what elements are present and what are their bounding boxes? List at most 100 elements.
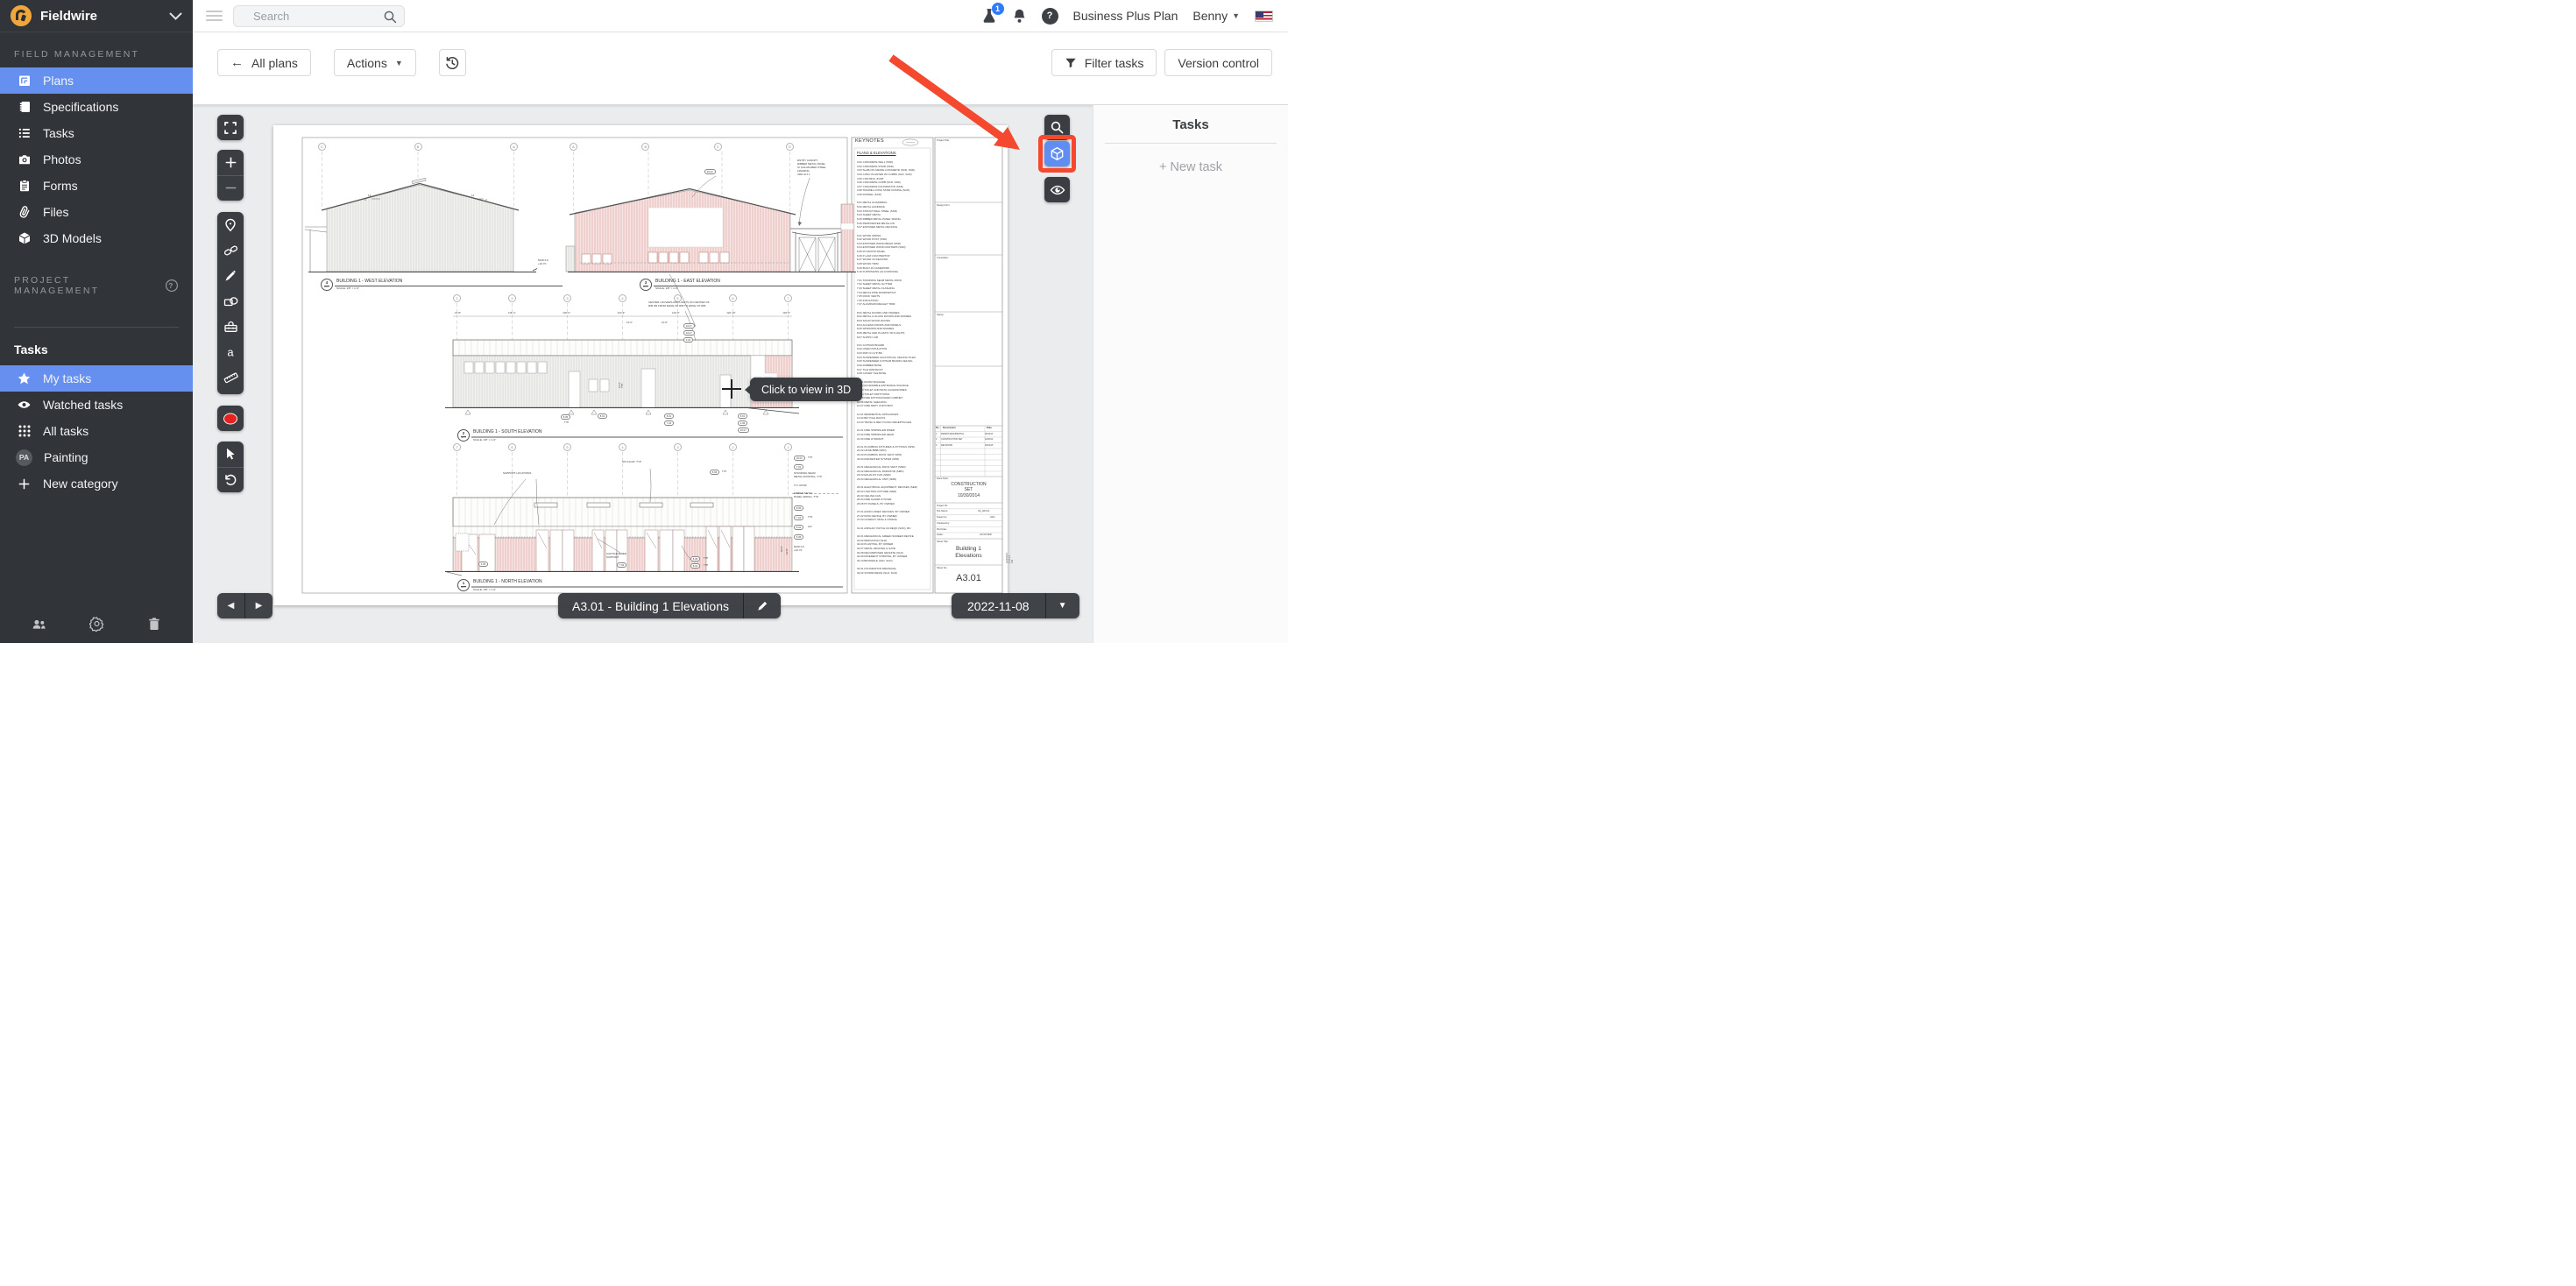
trash-icon[interactable] [146,617,161,631]
keynote-tag: 8.01 [738,413,747,419]
sidebar-item-photos[interactable]: Photos [0,146,193,173]
cube-icon [17,231,32,245]
actions-button[interactable]: Actions▼ [334,49,416,76]
camera-icon [17,152,32,166]
zoom-out-button[interactable] [217,176,244,201]
hamburger-menu-icon[interactable] [206,8,223,24]
previous-sheet-button[interactable]: ◀ [217,593,244,618]
tb-plot-timestamp: 3/24/2015 4:41:13 PM [1006,553,1015,563]
keynote-tag: 3.04 [683,337,693,343]
all-plans-button[interactable]: ←All plans [217,49,311,76]
plan-canvas[interactable]: CBA ABCD 1234567 7654321 12 2 12 2 MUR F… [193,104,1093,643]
zoom-in-button[interactable] [217,150,244,175]
north-elevation-scale: SCALE: 1/8" = 1'-0" [473,589,496,592]
new-task-button[interactable]: + New task [1093,160,1288,174]
sidebar-item-specifications[interactable]: Specifications [0,94,193,120]
visibility-button[interactable] [1044,177,1070,202]
version-dropdown-button[interactable]: ▼ [1046,601,1079,611]
tb-sheet-no-label: Sheet No.: [937,567,948,569]
sidebar-item-files[interactable]: Files [0,199,193,225]
sidebar-item-label: Specifications [43,100,118,114]
labs-button[interactable]: 1 [981,8,997,25]
user-menu[interactable]: Benny▼ [1192,9,1240,23]
pin-tool-button[interactable] [217,212,244,237]
sidebar-item-forms[interactable]: Forms [0,173,193,199]
task-list-icon [17,126,32,140]
south-elevation-title: BUILDING 1 - SOUTH ELEVATION [473,430,541,435]
sidebar-item-category-painting[interactable]: PA Painting [0,444,193,470]
keynote-tag: 5.05 [794,534,803,540]
sidebar-item-watched-tasks[interactable]: Watched tasks [0,392,193,418]
keynote-tag: 7.04 [794,515,803,520]
grid-bubbles-east: ABCD [570,143,794,151]
workspace-switcher[interactable]: Fieldwire [0,0,193,32]
sidebar-item-3d-models[interactable]: 3D Models [0,225,193,251]
pen-tool-button[interactable] [217,263,244,288]
project-management-label: PROJECT MANAGEMENT ? [0,258,193,304]
bell-button[interactable] [1012,8,1027,24]
sidebar-footer [0,604,193,643]
funnel-icon [1065,57,1077,69]
sidebar-item-label: Watched tasks [43,398,123,412]
tb-revision-rows: 1PERMIT RESUBMITTAL09/19/142CONSTRUCTION… [936,433,1001,450]
sidebar-item-new-category[interactable]: New category [0,470,193,497]
help-icon[interactable]: ? [165,279,179,293]
sidebar-item-all-tasks[interactable]: All tasks [0,418,193,444]
sidebar-item-label: Forms [43,179,78,193]
keynote-tag: 8.02 [690,563,700,569]
keynote-tag: 8.01 [598,413,607,419]
tb-sheet-no: A3.01 [935,573,1002,584]
tb-sheet-title: Building 1 Elevations [935,546,1002,560]
filter-tasks-button[interactable]: Filter tasks [1051,49,1157,76]
tb-design-firm-label: Design Firm: [937,204,950,207]
search-input[interactable] [234,6,404,26]
tb-issue-label: Issue Note: [937,477,949,480]
brand-name: Fieldwire [40,9,97,24]
fullscreen-button[interactable] [217,115,244,140]
topbar-right: 1 ? Business Plus Plan Benny▼ [981,8,1288,25]
keynote-tag: 7.04 [617,562,626,568]
grid-bubbles-south: 1234567 [453,294,792,302]
sidebar-item-plans[interactable]: Plans [0,67,193,94]
tb-issue-note: CONSTRUCTION SET [935,482,1002,493]
tb-field-label: Drawn by: [937,516,947,519]
sidebar-item-label: Files [43,205,69,219]
roofing-note: STANDING SEAM METAL ROOFING, TYP [794,472,822,479]
tb-field-value: VAO [990,516,994,519]
tb-rev-desc-header: Description [943,427,956,429]
measure-tool-button[interactable] [217,364,244,390]
keynote-tag: 7.01 [794,464,803,470]
undo-button[interactable] [217,468,244,493]
language-flag-us[interactable] [1255,11,1273,22]
tb-rev-date-header: Date [987,427,992,429]
history-button[interactable] [439,49,466,76]
text-tool-button[interactable]: a [217,339,244,364]
plan-sheet[interactable]: CBA ABCD 1234567 7654321 12 2 12 2 MUR F… [273,125,1008,605]
gear-icon[interactable] [89,617,104,631]
search-plan-button[interactable] [1044,115,1070,140]
version-control-button[interactable]: Version control [1164,49,1272,76]
record-button[interactable] [217,406,244,431]
sidebar-item-label: My tasks [43,371,91,385]
next-sheet-button[interactable]: ▶ [245,593,272,618]
tb-field-label: Project ID: [937,505,948,507]
people-icon[interactable] [32,617,46,631]
shapes-tool-button[interactable] [217,288,244,314]
tb-sheet-title-label: Sheet Title: [937,541,948,543]
help-button[interactable]: ? [1042,8,1058,25]
toolbox-button[interactable] [217,314,244,339]
cantilever-note: CANTILEVERED SUPPORT [606,552,626,559]
grid-bubbles-north: 7654321 [453,443,792,451]
tb-field-label: Scale: [937,533,943,536]
select-tool-button[interactable] [217,442,244,467]
view-3d-button[interactable] [1044,141,1070,166]
sidebar-item-tasks[interactable]: Tasks [0,120,193,146]
keynote-tag: 32.07 [683,330,695,336]
chevron-down-icon: ▼ [1232,11,1240,20]
edit-plan-name-button[interactable] [744,599,781,612]
version-date-pill: 2022-11-08 ▼ [952,593,1079,618]
link-tool-button[interactable] [217,237,244,263]
keynote-tag: 3.06 [478,562,488,567]
sidebar-item-my-tasks[interactable]: My tasks [0,365,193,392]
keynote-tag: 8.05 [690,556,700,562]
